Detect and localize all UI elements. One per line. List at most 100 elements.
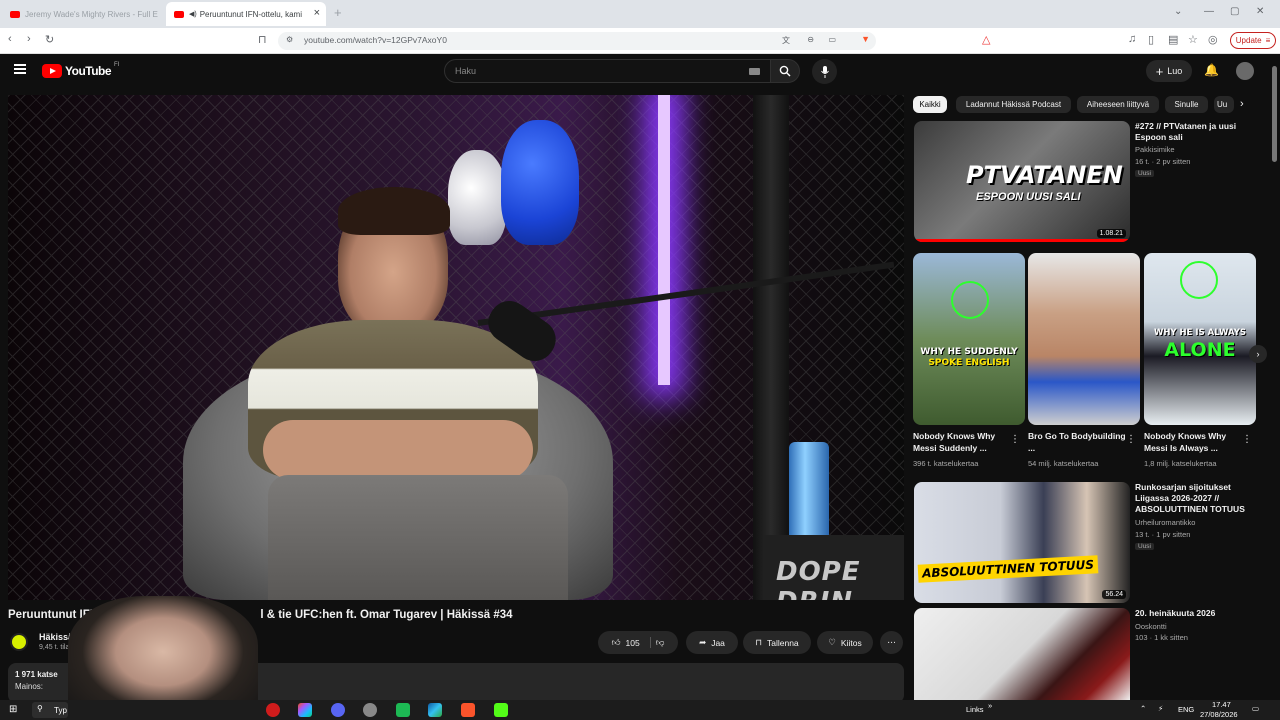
network-icon[interactable]: ⚡: [1158, 704, 1163, 713]
share-button[interactable]: ➦ Jaa: [686, 631, 738, 654]
video-thumbnail[interactable]: [914, 608, 1130, 700]
more-vertical-icon[interactable]: ⋮: [1010, 434, 1020, 445]
clock-time[interactable]: 17.47: [1212, 700, 1231, 709]
create-button[interactable]: + Luo: [1146, 60, 1192, 82]
more-vertical-icon[interactable]: ⋮: [1126, 434, 1136, 445]
video-thumbnail[interactable]: PTVATANEN ESPOON UUSI SALI 1.08.21: [914, 121, 1130, 242]
media-icon[interactable]: ♫: [1128, 33, 1136, 45]
app-icon[interactable]: [396, 703, 410, 717]
video-player[interactable]: DOPE DRIN: [8, 95, 904, 600]
new-tab-icon[interactable]: +: [334, 5, 342, 20]
close-tab-icon[interactable]: ×: [314, 7, 320, 19]
clock-date[interactable]: 27/08/2026: [1200, 710, 1238, 719]
microphone-icon: [820, 65, 829, 78]
translate-icon[interactable]: 文: [782, 35, 790, 46]
search-input[interactable]: Haku: [444, 59, 771, 83]
video-title-link[interactable]: Runkosarjan sijoitukset Liigassa 2026-20…: [1135, 482, 1263, 515]
figma-icon[interactable]: [298, 703, 312, 717]
tray-expand-icon[interactable]: ⌃: [1140, 704, 1146, 713]
address-bar[interactable]: ⚙ youtube.com/watch?v=12GPv7AxoY0 文 ⊖ ▭ …: [278, 32, 876, 50]
channel-name[interactable]: Urheiluromantikko: [1135, 518, 1195, 528]
bookmark-icon[interactable]: ⊓: [258, 33, 267, 46]
tab-search-icon[interactable]: ⌄: [1174, 6, 1182, 17]
more-actions-button[interactable]: ⋯: [880, 631, 903, 654]
channel-name[interactable]: Pakkisimike: [1135, 145, 1175, 155]
minimize-icon[interactable]: —: [1204, 6, 1214, 17]
short-thumbnail[interactable]: [1028, 253, 1140, 425]
forward-icon[interactable]: ›: [27, 33, 31, 45]
short-views: 54 milj. katselukertaa: [1028, 459, 1099, 468]
create-label: Luo: [1167, 66, 1183, 76]
chip-uusi[interactable]: Uu: [1214, 96, 1234, 113]
short-caption-top: WHY HE IS ALWAYS: [1153, 328, 1247, 338]
tab-active-video[interactable]: ◀) Peruuntunut IFN-ottelu, kami ×: [166, 2, 326, 26]
opera-icon[interactable]: [266, 703, 280, 717]
language-indicator[interactable]: ENG: [1178, 705, 1194, 714]
close-window-icon[interactable]: ✕: [1256, 6, 1264, 17]
search-icon: ⚲: [37, 704, 43, 713]
chip-ladannut[interactable]: Ladannut Häkissä Podcast: [956, 96, 1071, 113]
page-scrollbar-thumb[interactable]: [1272, 66, 1277, 162]
site-info-icon[interactable]: ⚙: [286, 35, 293, 44]
notifications-icon[interactable]: ▭: [1252, 704, 1259, 713]
short-caption-bottom: SPOKE ENGLISH: [928, 358, 1010, 368]
chevron-double-right-icon[interactable]: »: [988, 701, 992, 710]
thumbs-up-icon: 👍︎: [611, 637, 621, 647]
hamburger-menu-icon[interactable]: [14, 64, 26, 74]
share-label: Jaa: [711, 637, 725, 648]
save-button[interactable]: ⊓ Tallenna: [743, 631, 811, 654]
rewards-icon[interactable]: △: [982, 33, 990, 46]
channel-name[interactable]: Ooskontti: [1135, 622, 1167, 632]
tab-jeremy-wade[interactable]: Jeremy Wade's Mighty Rivers - Full E: [2, 2, 164, 26]
youtube-favicon-icon: [174, 10, 184, 18]
thanks-button[interactable]: ♡ Kiitos: [817, 631, 873, 654]
maximize-icon[interactable]: ▢: [1230, 6, 1239, 17]
like-button[interactable]: 👍︎ 105: [612, 637, 651, 648]
update-button[interactable]: Update ≡: [1230, 32, 1276, 49]
zoom-icon[interactable]: ⊖: [807, 35, 814, 44]
links-toolbar-label[interactable]: Links: [966, 705, 984, 714]
shield-icon[interactable]: ◎: [1208, 33, 1218, 46]
shorts-next-button[interactable]: ›: [1249, 345, 1267, 363]
chip-sinulle[interactable]: Sinulle: [1165, 96, 1208, 113]
taskbar-search-box[interactable]: ⚲ Typ: [32, 702, 68, 718]
cast-icon[interactable]: ▭: [828, 35, 836, 44]
channel-avatar[interactable]: [10, 633, 28, 651]
edge-icon[interactable]: [428, 703, 442, 717]
short-title[interactable]: Nobody Knows Why Messi Suddenly ...: [913, 430, 1013, 454]
video-title-link[interactable]: #272 // PTVatanen ja uusi Espoon sali: [1135, 121, 1263, 143]
video-title-link[interactable]: 20. heinäkuuta 2026: [1135, 608, 1263, 619]
share-icon: ➦: [699, 637, 707, 647]
voice-search-button[interactable]: [812, 59, 837, 84]
keyboard-icon[interactable]: [749, 68, 760, 75]
notifications-bell-icon[interactable]: 🔔: [1204, 63, 1219, 77]
kick-icon[interactable]: [494, 703, 508, 717]
youtube-play-icon: [42, 64, 62, 78]
sidebar-icon[interactable]: ▯: [1148, 33, 1154, 46]
video-thumbnail[interactable]: ABSOLUUTTINEN TOTUUS 56.24: [914, 482, 1130, 603]
reload-icon[interactable]: ↻: [45, 33, 54, 46]
settings-app-icon[interactable]: [363, 703, 377, 717]
chip-kaikki[interactable]: Kaikki: [913, 96, 947, 113]
short-thumbnail[interactable]: WHY HE SUDDENLY SPOKE ENGLISH: [913, 253, 1025, 425]
brave-icon[interactable]: [461, 703, 475, 717]
chevron-right-icon[interactable]: ›: [1240, 98, 1244, 110]
thumbs-down-icon[interactable]: 👎︎: [656, 637, 665, 648]
person-hair: [338, 187, 450, 235]
brave-shield-icon[interactable]: ▼: [861, 34, 870, 44]
tab-groups-icon[interactable]: ▤: [1168, 33, 1178, 46]
windows-start-icon[interactable]: ⊞: [9, 704, 17, 715]
short-title[interactable]: Bro Go To Bodybuilding ...: [1028, 430, 1128, 454]
discord-icon[interactable]: [331, 703, 345, 717]
favorites-icon[interactable]: ☆: [1188, 33, 1198, 46]
back-icon[interactable]: ‹: [8, 33, 12, 45]
related-chips-bar: Kaikki Ladannut Häkissä Podcast Aiheesee…: [913, 96, 1258, 114]
more-vertical-icon[interactable]: ⋮: [1242, 434, 1252, 445]
chip-aiheeseen[interactable]: Aiheeseen liittyvä: [1077, 96, 1159, 113]
search-button[interactable]: [770, 59, 800, 83]
audio-playing-icon: ◀): [189, 11, 197, 18]
youtube-logo[interactable]: YouTube FI: [42, 62, 119, 78]
short-title[interactable]: Nobody Knows Why Messi Is Always ...: [1144, 430, 1244, 454]
short-thumbnail[interactable]: WHY HE IS ALWAYS ALONE: [1144, 253, 1256, 425]
avatar[interactable]: [1236, 62, 1254, 80]
